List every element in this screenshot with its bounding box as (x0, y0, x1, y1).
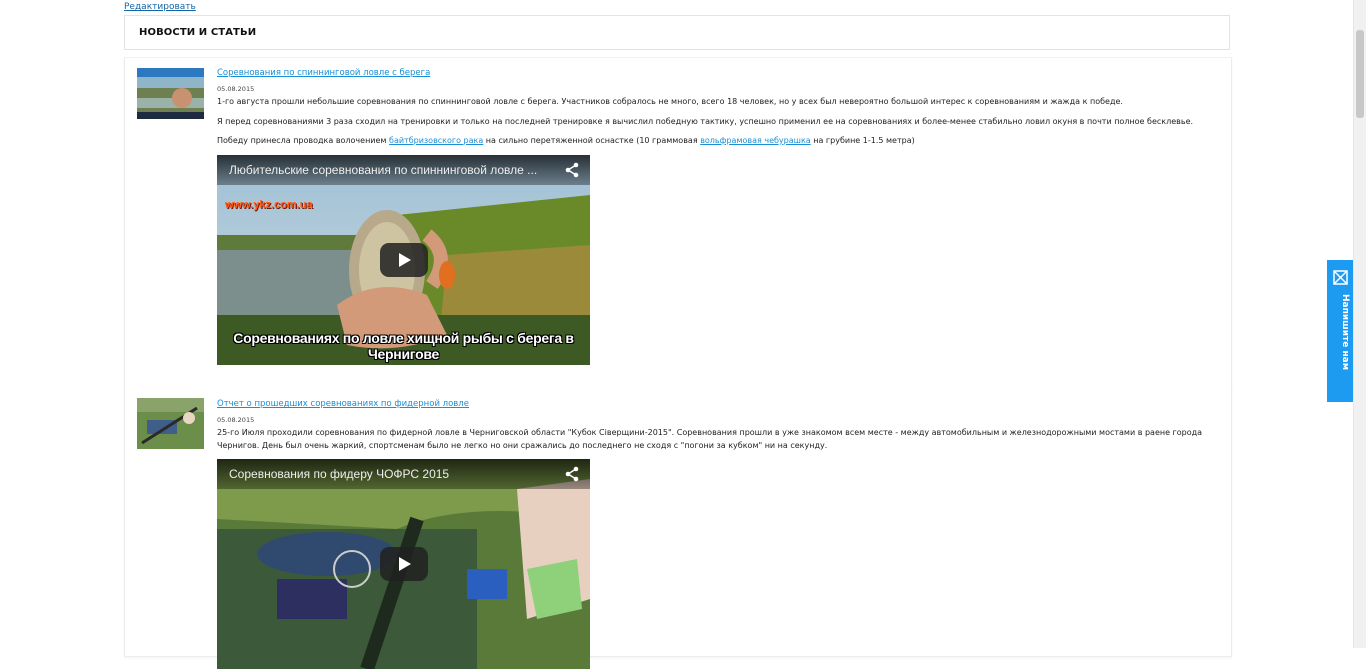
video-title[interactable]: Соревнования по фидеру ЧОФРС 2015 (229, 467, 449, 481)
feedback-label: Напишите нам (1340, 294, 1350, 371)
article-thumbnail[interactable] (137, 68, 204, 119)
bait-link[interactable]: байтбризовского рака (389, 136, 483, 145)
section-title: НОВОСТИ И СТАТЬИ (139, 27, 257, 38)
scrollbar[interactable] (1353, 0, 1366, 648)
text-span: Победу принесла проводка волочением (217, 136, 390, 145)
video-caption: Соревнованиях по ловле хищной рыбы с бер… (233, 329, 574, 362)
article-date: 05.08.2015 (217, 85, 255, 93)
video-title-bar: Соревнования по фидеру ЧОФРС 2015 (217, 459, 590, 489)
article-content: Соревнования по спиннинговой ловле с бер… (217, 68, 1223, 365)
article-content: Отчет о прошедших соревнованиях по фидер… (217, 399, 1223, 669)
text-span: на сильно перетяженной оснастке (10 грам… (483, 136, 701, 145)
scrollbar-thumb[interactable] (1356, 30, 1364, 118)
article-thumbnail[interactable] (137, 398, 204, 449)
article-paragraph: Я перед соревнованиями 3 раза сходил на … (217, 116, 1194, 126)
article-paragraph: 25-го Июля проходили соревнования по фид… (217, 428, 1203, 450)
article-title-link[interactable]: Соревнования по спиннинговой ловле с бер… (217, 68, 1223, 78)
play-icon[interactable] (379, 242, 428, 277)
video-watermark: www.ykz.com.ua (225, 198, 313, 211)
section-header: НОВОСТИ И СТАТЬИ (124, 15, 1230, 50)
envelope-icon (1333, 270, 1348, 285)
sinker-link[interactable]: вольфрамовая чебурашка (700, 136, 811, 145)
feedback-tab[interactable]: Напишите нам (1327, 260, 1354, 402)
video-player[interactable]: www.ykz.com.ua Любительские соревнования… (217, 154, 590, 365)
edit-link[interactable]: Редактировать (124, 2, 196, 12)
video-player[interactable]: Соревнования по фидеру ЧОФРС 2015 (217, 459, 590, 669)
article-card: Соревнования по спиннинговой ловле с бер… (124, 57, 1232, 387)
play-icon[interactable] (379, 547, 428, 581)
article-date: 05.08.2015 (217, 416, 255, 424)
text-span: на грубине 1-1.5 метра) (810, 136, 915, 145)
article-title-link[interactable]: Отчет о прошедших соревнованиях по фидер… (217, 399, 1223, 409)
video-title[interactable]: Любительские соревнования по спиннингово… (229, 163, 537, 177)
share-icon[interactable] (564, 466, 580, 482)
video-title-bar: Любительские соревнования по спиннингово… (217, 154, 590, 185)
article-paragraph: 1-го августа прошли небольшие соревнован… (217, 97, 1123, 106)
share-icon[interactable] (564, 162, 580, 178)
article-paragraph: Победу принесла проводка волочением байт… (217, 135, 1223, 148)
article-card: Отчет о прошедших соревнованиях по фидер… (124, 386, 1232, 669)
